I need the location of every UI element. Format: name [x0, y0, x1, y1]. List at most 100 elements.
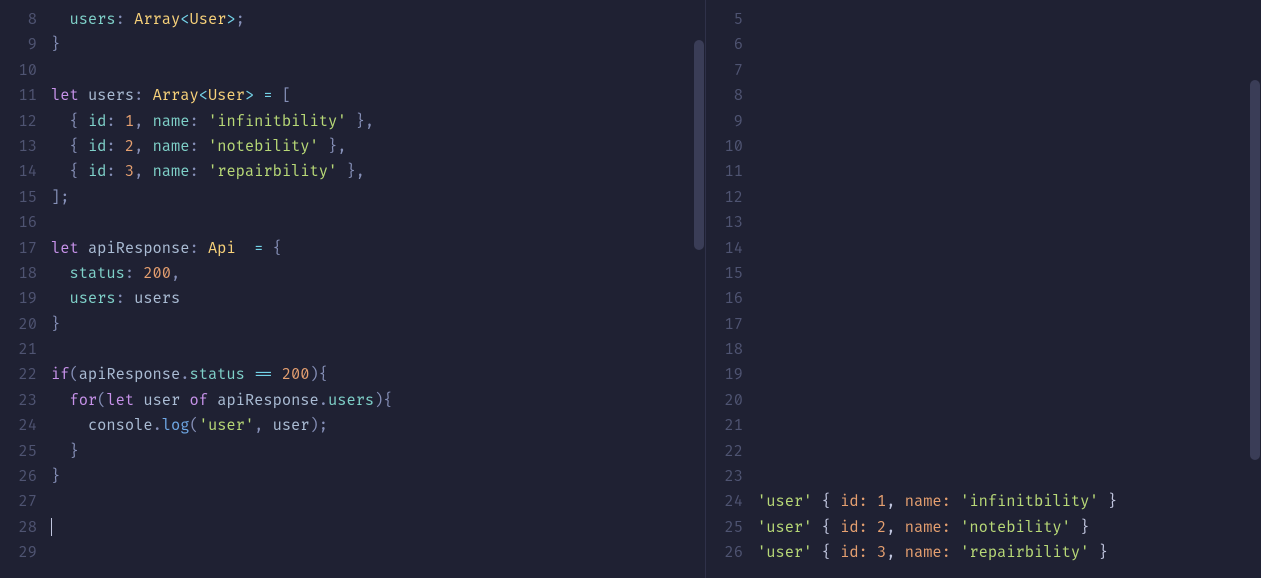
code-line[interactable]: 13 { id: 2, name: 'notebility' }, — [0, 134, 705, 159]
code-line[interactable]: 21 — [706, 413, 1261, 438]
line-number: 19 — [706, 362, 751, 387]
code-token — [51, 10, 69, 29]
code-content[interactable]: } — [45, 464, 60, 489]
code-line[interactable]: 16 — [0, 210, 705, 235]
code-token: : — [116, 10, 134, 29]
code-content[interactable]: { id: 2, name: 'notebility' }, — [45, 134, 346, 159]
code-line[interactable]: 15]; — [0, 185, 705, 210]
code-content[interactable]: } — [45, 439, 79, 464]
code-line[interactable]: 24 console.log('user', user); — [0, 413, 705, 438]
code-token: 2 — [877, 518, 886, 537]
code-line[interactable]: 5 — [706, 7, 1261, 32]
code-content[interactable]: } — [45, 32, 60, 57]
code-token: id — [88, 137, 106, 156]
code-pane-left[interactable]: 8 users: Array<User>;9}1011let users: Ar… — [0, 0, 706, 578]
line-number: 21 — [0, 337, 45, 362]
code-line[interactable]: 21 — [0, 337, 705, 362]
code-line[interactable]: 10 — [706, 134, 1261, 159]
scroll-thumb-left[interactable] — [694, 40, 704, 250]
code-token: } — [51, 315, 60, 334]
code-token — [868, 543, 877, 562]
code-token: 'infinitbility' — [960, 492, 1098, 511]
code-content[interactable]: status: 200, — [45, 261, 180, 286]
code-line[interactable]: 16 — [706, 286, 1261, 311]
code-line[interactable]: 13 — [706, 210, 1261, 235]
code-token — [868, 492, 877, 511]
code-line[interactable]: 8 users: Array<User>; — [0, 7, 705, 32]
code-line[interactable]: 12 — [706, 185, 1261, 210]
line-number: 15 — [0, 185, 45, 210]
line-number: 22 — [706, 439, 751, 464]
code-line[interactable]: 22 — [706, 439, 1261, 464]
code-line[interactable]: 6 — [706, 32, 1261, 57]
code-content[interactable]: users: users — [45, 286, 180, 311]
code-token: 3 — [877, 543, 886, 562]
code-line[interactable]: 20 — [706, 388, 1261, 413]
code-line[interactable]: 9} — [0, 32, 705, 57]
code-line[interactable]: 29 — [0, 540, 705, 565]
code-line[interactable]: 25 } — [0, 439, 705, 464]
line-number: 24 — [0, 413, 45, 438]
code-line[interactable]: 19 — [706, 362, 1261, 387]
code-line[interactable]: 22if(apiResponse.status == 200){ — [0, 362, 705, 387]
code-line[interactable]: 19 users: users — [0, 286, 705, 311]
code-line[interactable]: 28 — [0, 515, 705, 540]
code-line[interactable]: 15 — [706, 261, 1261, 286]
code-line[interactable]: 11 — [706, 159, 1261, 184]
scrollbar-left[interactable] — [693, 0, 705, 578]
code-line[interactable]: 14 — [706, 236, 1261, 261]
code-token: : — [106, 137, 124, 156]
output-pane-right[interactable]: 56789101112131415161718192021222324'user… — [706, 0, 1261, 578]
code-token: { — [812, 492, 840, 511]
code-token: { — [812, 543, 840, 562]
scrollbar-right[interactable] — [1249, 0, 1261, 578]
code-content[interactable]: 'user' { id: 1, name: 'infinitbility' } — [751, 489, 1117, 514]
code-content[interactable]: console.log('user', user); — [45, 413, 328, 438]
code-content[interactable]: } — [45, 312, 60, 337]
line-number: 13 — [0, 134, 45, 159]
code-content[interactable]: { id: 1, name: 'infinitbility' }, — [45, 109, 374, 134]
code-line[interactable]: 17 — [706, 312, 1261, 337]
scroll-thumb-right[interactable] — [1250, 80, 1260, 460]
code-line[interactable]: 11let users: Array<User> = [ — [0, 83, 705, 108]
code-token: : — [189, 239, 207, 258]
code-content[interactable] — [45, 515, 52, 540]
code-line[interactable]: 23 — [706, 464, 1261, 489]
code-line[interactable]: 23 for(let user of apiResponse.users){ — [0, 388, 705, 413]
code-content[interactable]: let apiResponse: Api = { — [45, 236, 282, 261]
code-token: name — [153, 137, 190, 156]
code-line[interactable]: 26'user' { id: 3, name: 'repairbility' } — [706, 540, 1261, 565]
code-line[interactable]: 17let apiResponse: Api = { — [0, 236, 705, 261]
code-content[interactable]: 'user' { id: 2, name: 'notebility' } — [751, 515, 1089, 540]
line-number: 22 — [0, 362, 45, 387]
code-line[interactable]: 25'user' { id: 2, name: 'notebility' } — [706, 515, 1261, 540]
code-line[interactable]: 24'user' { id: 1, name: 'infinitbility' … — [706, 489, 1261, 514]
code-line[interactable]: 8 — [706, 83, 1261, 108]
code-content[interactable]: users: Array<User>; — [45, 7, 245, 32]
code-token: users — [134, 289, 180, 308]
code-content[interactable]: 'user' { id: 3, name: 'repairbility' } — [751, 540, 1108, 565]
code-content[interactable]: ]; — [45, 185, 69, 210]
code-token: : — [134, 86, 152, 105]
code-token — [951, 543, 960, 562]
code-content[interactable]: if(apiResponse.status == 200){ — [45, 362, 328, 387]
code-line[interactable]: 18 status: 200, — [0, 261, 705, 286]
code-token — [51, 416, 88, 435]
code-line[interactable]: 7 — [706, 58, 1261, 83]
code-line[interactable]: 9 — [706, 109, 1261, 134]
code-content[interactable]: for(let user of apiResponse.users){ — [45, 388, 393, 413]
code-line[interactable]: 26} — [0, 464, 705, 489]
code-content[interactable]: let users: Array<User> = [ — [45, 83, 291, 108]
line-number: 24 — [706, 489, 751, 514]
line-number: 11 — [706, 159, 751, 184]
code-line[interactable]: 18 — [706, 337, 1261, 362]
code-content[interactable]: { id: 3, name: 'repairbility' }, — [45, 159, 365, 184]
code-line[interactable]: 27 — [0, 489, 705, 514]
code-line[interactable]: 14 { id: 3, name: 'repairbility' }, — [0, 159, 705, 184]
line-number: 8 — [706, 83, 751, 108]
code-line[interactable]: 20} — [0, 312, 705, 337]
code-token: [ — [282, 86, 291, 105]
code-line[interactable]: 10 — [0, 58, 705, 83]
code-line[interactable]: 12 { id: 1, name: 'infinitbility' }, — [0, 109, 705, 134]
code-token: name: — [905, 543, 951, 562]
